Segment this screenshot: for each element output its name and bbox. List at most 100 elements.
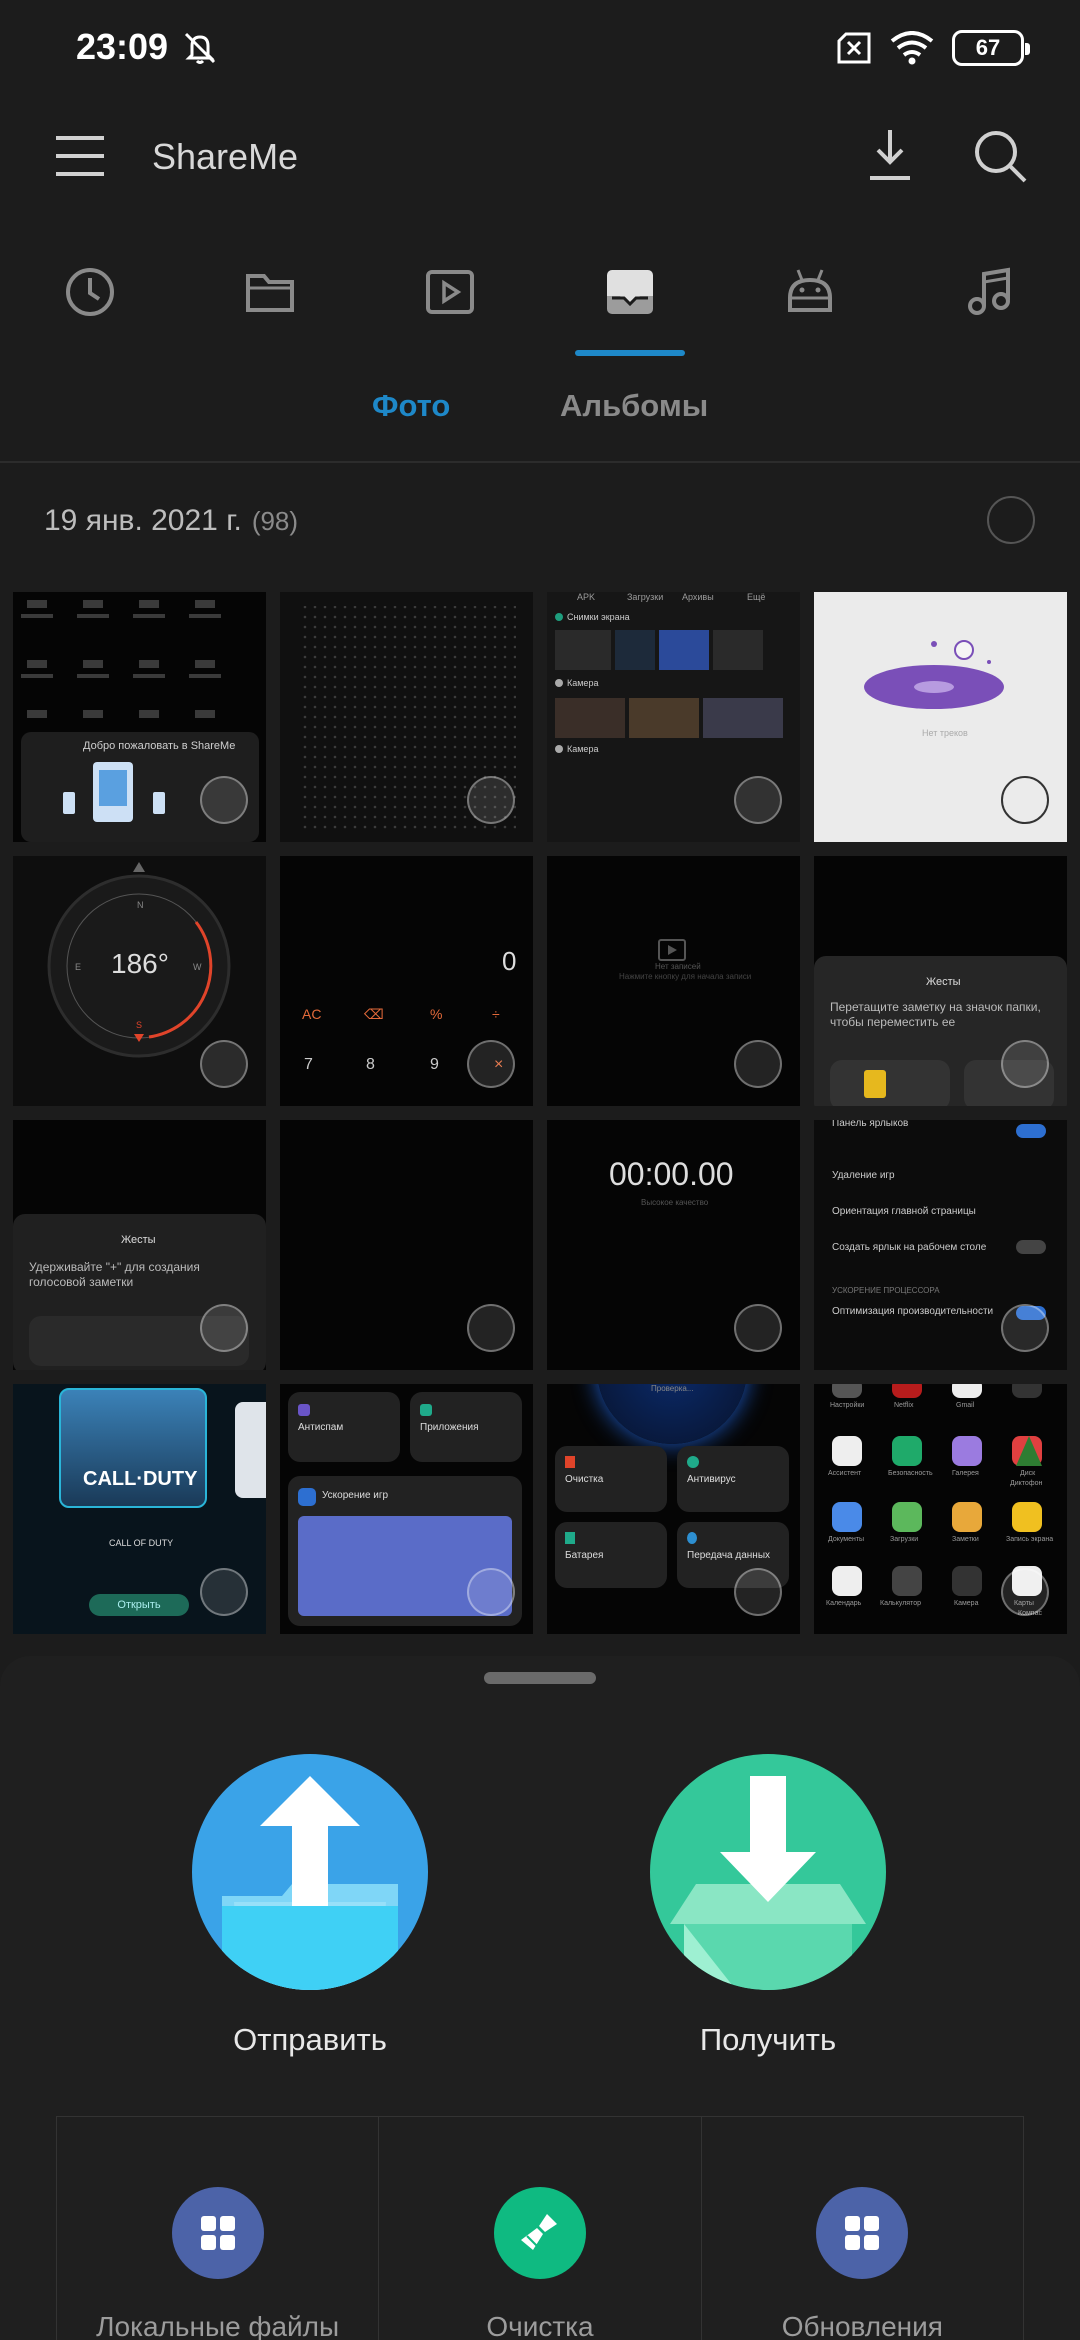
select-checkbox[interactable] [1001,776,1049,824]
app-label: Камера [954,1600,979,1607]
game-cover-next [235,1402,266,1498]
thumb-caption: Антиспам [298,1422,344,1433]
calc-key: % [430,1006,443,1022]
photo-thumb[interactable]: Антиспам Приложения Ускорение игр [280,1384,533,1634]
setting-row: Ориентация главной страницы [832,1206,976,1217]
svg-text:E: E [75,962,81,972]
select-checkbox[interactable] [1001,1568,1049,1616]
select-checkbox[interactable] [467,1304,515,1352]
tab-images[interactable] [575,240,685,358]
photo-thumb[interactable]: Нет треков [814,592,1067,842]
select-checkbox[interactable] [734,1568,782,1616]
app-label: Gmail [956,1402,975,1409]
game-logo: CALL·DUTY [83,1468,198,1490]
photo-thumb[interactable] [280,1120,533,1370]
svg-text:N: N [137,900,144,910]
tab-photos[interactable]: Фото [372,388,450,424]
music-icon [968,267,1010,315]
photo-thumb[interactable]: Жесты Удерживайте "+" для создания голос… [13,1120,266,1370]
app-label: Диктофон [1010,1480,1043,1487]
send-button[interactable] [192,1754,428,1990]
photo-thumb[interactable]: 0 AC ⌫ % ÷ 7 8 9 × [280,856,533,1106]
photo-thumb[interactable]: 00:00.00 Высокое качество [547,1120,800,1370]
tab-recent[interactable] [35,240,145,358]
tab-files[interactable] [215,240,325,358]
select-checkbox[interactable] [1001,1040,1049,1088]
select-checkbox[interactable] [200,1040,248,1088]
broom-icon [493,2187,586,2279]
select-checkbox[interactable] [1001,1304,1049,1352]
recent-clock-icon [66,268,114,316]
app-title: ShareMe [152,136,299,177]
select-checkbox[interactable] [734,776,782,824]
photo-thumb[interactable] [280,592,533,842]
search-icon[interactable] [970,126,1030,186]
calc-key: ⌫ [364,1006,384,1022]
app-label: Netflix [894,1402,914,1409]
feature-local-files[interactable]: Локальные файлы [57,2117,380,2340]
thumb-caption: Антивирус [687,1474,736,1485]
select-checkbox[interactable] [467,1568,515,1616]
app-label: Ассистент [828,1470,862,1477]
download-icon[interactable] [862,126,918,186]
data-drop-icon [687,1532,697,1544]
send-label: Отправить [233,2022,387,2057]
setting-row: Панель ярлыков [832,1120,909,1129]
photo-thumb[interactable]: Проверка... Очистка Антивирус Батарея Пе… [547,1384,800,1634]
divider [0,461,1080,463]
game-open-button: Открыть [89,1594,189,1616]
menu-icon[interactable] [52,128,108,184]
shield-icon [298,1404,310,1416]
photo-thumb[interactable]: Панель ярлыков Удаление игр Ориентация г… [814,1120,1067,1370]
setting-row: Удаление игр [832,1170,895,1181]
setting-row: Создать ярлык на рабочем столе [832,1242,987,1253]
status-bar: 23:09 67 [0,0,1080,100]
thumb-caption: Проверка... [651,1384,694,1393]
photo-thumb[interactable]: APK Загрузки Архивы Ещё Снимки экрана Ка… [547,592,800,842]
feature-updates[interactable]: Обновления [702,2117,1023,2340]
video-icon [426,270,474,314]
transfer-bottom-sheet: Отправить Получить Локальные файлы Очист… [0,1656,1080,2340]
select-checkbox[interactable] [200,776,248,824]
sheet-drag-handle[interactable] [484,1672,596,1684]
thumb-caption: Передача данных [687,1550,771,1561]
photo-thumb[interactable]: Настройки Netflix Gmail Диск Ассистент Б… [814,1384,1067,1634]
note-preview [830,1060,950,1106]
receive-label: Получить [699,2022,837,2057]
thumb-caption: Очистка [565,1474,604,1485]
select-checkbox[interactable] [467,1040,515,1088]
app-label: Галерея [952,1470,979,1477]
calc-key: 8 [366,1056,375,1073]
tab-videos[interactable] [395,240,505,358]
select-checkbox[interactable] [734,1304,782,1352]
thumb-caption: Нажмите кнопку для начала записи [619,972,752,981]
tab-music[interactable] [935,240,1045,358]
photo-thumb[interactable]: Нет записей Нажмите кнопку для начала за… [547,856,800,1106]
grid-icon [171,2187,264,2279]
tab-albums[interactable]: Альбомы [560,388,708,424]
trash-icon [565,1456,575,1468]
svg-text:S: S [136,1020,142,1030]
tab-apps[interactable] [755,240,865,358]
app-label: Документы [828,1536,865,1543]
select-all-checkbox[interactable] [987,496,1035,544]
feature-cleaner[interactable]: Очистка [379,2117,702,2340]
calc-key: AC [302,1006,322,1022]
battery-level: 67 [975,35,1001,60]
select-checkbox[interactable] [734,1040,782,1088]
thumb-caption: Жесты [121,1234,156,1246]
active-tab-indicator [575,350,685,356]
photo-thumb[interactable]: Добро пожаловать в ShareMe [13,592,266,842]
image-icon [607,270,653,314]
receive-button[interactable] [650,1754,886,1990]
photo-thumb[interactable]: Жесты Перетащите заметку на значок папки… [814,856,1067,1106]
select-checkbox[interactable] [200,1304,248,1352]
photo-thumb[interactable]: CALL·DUTY CALL OF DUTY Открыть [13,1384,266,1634]
select-checkbox[interactable] [467,776,515,824]
photo-thumb[interactable]: N E W S 186° [13,856,266,1106]
svg-text:W: W [193,962,202,972]
feature-label: Очистка [486,2311,594,2340]
select-checkbox[interactable] [200,1568,248,1616]
toggle-off [1016,1240,1046,1254]
calc-key: 9 [430,1056,439,1073]
